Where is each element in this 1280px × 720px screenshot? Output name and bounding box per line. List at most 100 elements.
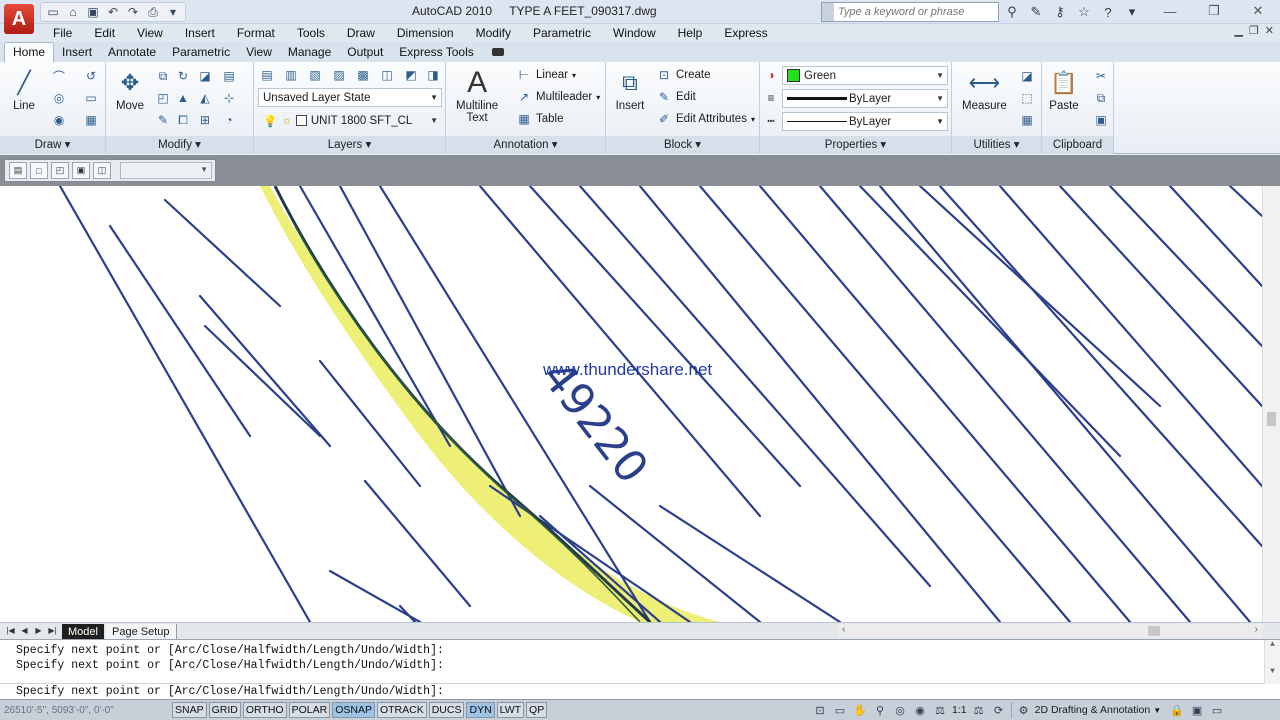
- undo-icon[interactable]: ↶: [104, 4, 122, 20]
- tab-home[interactable]: Home: [4, 42, 55, 62]
- quick-view-icon[interactable]: ▭: [832, 702, 848, 718]
- insert-block-button[interactable]: ⧉ Insert: [612, 66, 648, 112]
- edit-block-button[interactable]: ✎ Edit: [656, 89, 696, 105]
- pan-icon[interactable]: ✋: [852, 702, 868, 718]
- tab-annotate[interactable]: Annotate: [100, 43, 164, 62]
- horizontal-scroll-thumb[interactable]: [1148, 626, 1160, 636]
- showmotion-icon[interactable]: ◉: [912, 702, 928, 718]
- ribbon-minimize-icon[interactable]: [491, 48, 504, 56]
- binoculars-icon[interactable]: ⚲: [1002, 2, 1022, 22]
- annotation-scale-value[interactable]: 1:1: [952, 704, 967, 716]
- layer-properties-icon[interactable]: ▤: [258, 66, 276, 84]
- menu-draw[interactable]: Draw: [336, 26, 386, 40]
- tab-manage[interactable]: Manage: [280, 43, 339, 62]
- layer-freeze-icon[interactable]: ◩: [402, 66, 420, 84]
- close-icon[interactable]: ✕: [1236, 0, 1280, 22]
- menu-window[interactable]: Window: [602, 26, 667, 40]
- tab-page-setup[interactable]: Page Setup: [106, 624, 177, 639]
- minimize-icon[interactable]: —: [1148, 0, 1192, 22]
- tab-parametric[interactable]: Parametric: [164, 43, 238, 62]
- color-dropdown[interactable]: Green ▼: [782, 66, 948, 85]
- annotation-scale-icon[interactable]: ⚖: [932, 702, 948, 718]
- tab-output[interactable]: Output: [339, 43, 391, 62]
- vertical-scrollbar[interactable]: [1262, 186, 1280, 622]
- layer-isolate-icon[interactable]: ▩: [354, 66, 372, 84]
- toolbar-box-icon[interactable]: □: [30, 162, 48, 179]
- layer-state-icon[interactable]: ▥: [282, 66, 300, 84]
- scroll-down-icon[interactable]: ▼: [1265, 667, 1280, 676]
- block-panel-title[interactable]: Block ▾: [606, 136, 759, 154]
- calculator-icon[interactable]: ▦: [1018, 111, 1036, 129]
- qat-dropdown-icon[interactable]: ▾: [164, 4, 182, 20]
- fillet-icon[interactable]: ◭: [196, 89, 214, 107]
- modify-panel-title[interactable]: Modify ▾: [106, 136, 253, 154]
- help-dropdown-icon[interactable]: ▾: [1122, 2, 1142, 22]
- prev-layout-icon[interactable]: ◀: [18, 624, 31, 637]
- scroll-right-icon[interactable]: ›: [1255, 624, 1258, 635]
- table-button[interactable]: ▦ Table: [516, 111, 563, 127]
- coordinates-readout[interactable]: 26510'-5", 5093'-0", 0'-0": [0, 705, 172, 716]
- hatch-icon[interactable]: ▦: [82, 111, 100, 129]
- snap-toggle[interactable]: SNAP: [172, 702, 207, 718]
- quick-select-icon[interactable]: ◪: [1018, 67, 1036, 85]
- drawing-canvas[interactable]: 49220 www.thundershare.net: [0, 186, 1262, 622]
- rotate-icon[interactable]: ↻: [174, 67, 192, 85]
- layer-off-icon[interactable]: ◨: [424, 66, 442, 84]
- undo-draw-icon[interactable]: ↺: [82, 67, 100, 85]
- hardware-acceleration-icon[interactable]: ▣: [1189, 702, 1205, 718]
- multileader-button[interactable]: ↗ Multileader ▾: [516, 89, 600, 105]
- draw-panel-title[interactable]: Draw ▾: [0, 136, 105, 154]
- otrack-toggle[interactable]: OTRACK: [376, 702, 427, 718]
- toolbar-combo[interactable]: ▼: [120, 162, 212, 179]
- multiline-text-button[interactable]: A Multiline Text: [456, 66, 498, 124]
- vertical-scroll-thumb[interactable]: [1267, 412, 1276, 426]
- layers-panel-title[interactable]: Layers ▾: [254, 136, 445, 154]
- ortho-toggle[interactable]: ORTHO: [242, 702, 287, 718]
- horizontal-scrollbar[interactable]: ‹ ›: [838, 624, 1262, 638]
- tab-insert[interactable]: Insert: [54, 43, 100, 62]
- toolbar-layer-icon[interactable]: ▤: [9, 162, 27, 179]
- line-button[interactable]: ╱ Line: [6, 66, 42, 112]
- restore-icon[interactable]: ❐: [1192, 0, 1236, 22]
- tab-model[interactable]: Model: [62, 624, 104, 639]
- layer-dropdown[interactable]: 💡 ☼ UNIT 1800 SFT_CL ▼: [258, 111, 442, 130]
- dyn-toggle[interactable]: DYN: [466, 702, 495, 718]
- osnap-toggle[interactable]: OSNAP: [332, 702, 375, 718]
- menu-insert[interactable]: Insert: [174, 26, 226, 40]
- move-button[interactable]: ✥ Move: [112, 66, 148, 112]
- select-all-icon[interactable]: ⬚: [1018, 89, 1036, 107]
- edit-attributes-button[interactable]: ✐ Edit Attributes ▾: [656, 111, 755, 127]
- linetype-icon[interactable]: ┅: [762, 112, 780, 130]
- favorites-star-icon[interactable]: ☆: [1074, 2, 1094, 22]
- polyline-icon[interactable]: ⌒: [50, 67, 68, 85]
- search-input[interactable]: [834, 6, 994, 18]
- scroll-up-icon[interactable]: ▲: [1265, 640, 1280, 649]
- annotation-panel-title[interactable]: Annotation ▾: [446, 136, 605, 154]
- create-block-button[interactable]: ⊡ Create: [656, 67, 711, 83]
- menu-help[interactable]: Help: [667, 26, 714, 40]
- match-properties-icon[interactable]: ▣: [1092, 111, 1110, 129]
- array-icon[interactable]: ⊞: [196, 111, 214, 129]
- scroll-left-icon[interactable]: ‹: [842, 624, 845, 635]
- toolbar-copy-icon[interactable]: ◰: [51, 162, 69, 179]
- command-input[interactable]: Specify next point or [Arc/Close/Halfwid…: [0, 683, 1280, 699]
- help-icon[interactable]: ?: [1098, 2, 1118, 22]
- menu-file[interactable]: File: [42, 26, 83, 40]
- menu-edit[interactable]: Edit: [83, 26, 126, 40]
- explode-icon[interactable]: ⊹: [220, 89, 238, 107]
- rectangle-icon[interactable]: ▭: [82, 89, 100, 107]
- scale-icon[interactable]: ⧠: [174, 111, 192, 129]
- menu-parametric[interactable]: Parametric: [522, 26, 602, 40]
- color-wheel-icon[interactable]: ◑: [762, 66, 780, 84]
- linetype-dropdown[interactable]: ByLayer ▼: [782, 112, 948, 131]
- save-icon[interactable]: ▣: [84, 4, 102, 20]
- clean-screen-icon[interactable]: ▭: [1209, 702, 1225, 718]
- stretch-icon[interactable]: ◰: [154, 89, 172, 107]
- application-menu-button[interactable]: A: [0, 0, 38, 38]
- ducs-toggle[interactable]: DUCS: [428, 702, 465, 718]
- linear-dimension-button[interactable]: ⊢ Linear ▾: [516, 67, 576, 83]
- copy-icon[interactable]: ⧉: [154, 67, 172, 85]
- annotation-visibility-icon[interactable]: ⚖: [971, 702, 987, 718]
- arc-icon[interactable]: ◉: [50, 111, 68, 129]
- doc-restore-icon[interactable]: ❐: [1249, 24, 1259, 37]
